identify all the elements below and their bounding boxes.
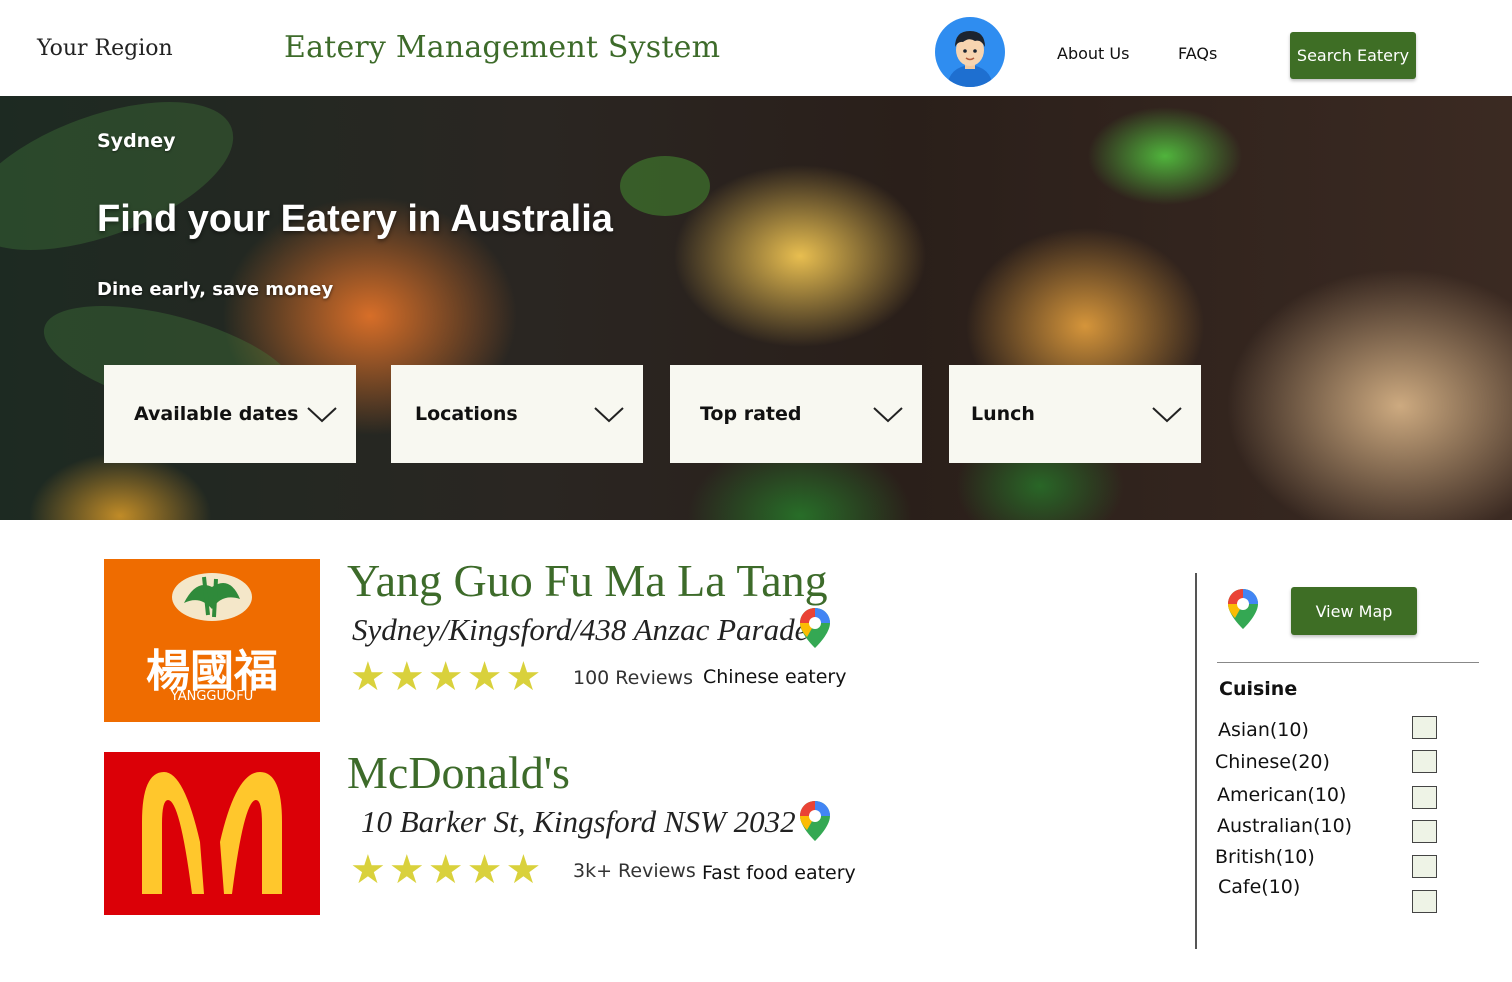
cuisine-option-label: Cafe(10) bbox=[1218, 876, 1301, 898]
restaurant-name[interactable]: Yang Guo Fu Ma La Tang bbox=[347, 554, 828, 607]
star-icon: ★ bbox=[505, 654, 542, 700]
restaurant-name[interactable]: McDonald's bbox=[347, 746, 570, 799]
cuisine-option-label: Asian(10) bbox=[1218, 719, 1309, 741]
filter-locations[interactable]: Locations bbox=[391, 365, 643, 463]
filter-label: Lunch bbox=[971, 403, 1035, 425]
review-count[interactable]: 100 Reviews bbox=[573, 667, 693, 689]
chevron-down-icon bbox=[873, 407, 903, 423]
cuisine-chinese-checkbox[interactable] bbox=[1412, 750, 1437, 773]
view-map-button[interactable]: View Map bbox=[1291, 587, 1417, 635]
star-icon: ★ bbox=[388, 847, 425, 893]
yangguofu-logo-subtext: YANGGUOFU bbox=[170, 689, 254, 704]
filter-label: Top rated bbox=[700, 403, 802, 425]
nav-about-link[interactable]: About Us bbox=[1057, 44, 1129, 63]
cuisine-british-checkbox[interactable] bbox=[1412, 855, 1437, 878]
star-icon: ★ bbox=[466, 654, 503, 700]
star-rating: ★ ★ ★ ★ ★ bbox=[350, 850, 541, 890]
chevron-down-icon bbox=[1152, 407, 1182, 423]
cuisine-option-label: American(10) bbox=[1217, 784, 1347, 806]
star-icon: ★ bbox=[466, 847, 503, 893]
filter-top-rated[interactable]: Top rated bbox=[670, 365, 922, 463]
yangguofu-logo[interactable]: 楊國福 YANGGUOFU bbox=[104, 559, 320, 722]
map-pin-icon[interactable] bbox=[798, 799, 832, 843]
filter-label: Locations bbox=[415, 403, 518, 425]
cuisine-american-checkbox[interactable] bbox=[1412, 786, 1437, 809]
map-pin-icon bbox=[1228, 589, 1258, 629]
region-selector[interactable]: Your Region bbox=[37, 36, 173, 61]
city-label: Sydney bbox=[97, 130, 176, 152]
map-pin-icon[interactable] bbox=[798, 606, 832, 650]
review-count[interactable]: 3k+ Reviews bbox=[573, 860, 696, 882]
chevron-down-icon bbox=[594, 407, 624, 423]
cuisine-option-label: British(10) bbox=[1215, 846, 1315, 868]
user-avatar-icon[interactable] bbox=[935, 17, 1005, 87]
filter-meal[interactable]: Lunch bbox=[949, 365, 1201, 463]
cuisine-option-label: Chinese(20) bbox=[1215, 751, 1330, 773]
star-icon: ★ bbox=[505, 847, 542, 893]
filter-label: Available dates bbox=[134, 403, 299, 425]
cuisine-heading: Cuisine bbox=[1219, 678, 1298, 700]
star-icon: ★ bbox=[350, 654, 386, 700]
star-icon: ★ bbox=[427, 654, 464, 700]
cuisine-australian-checkbox[interactable] bbox=[1412, 820, 1437, 843]
eatery-type: Fast food eatery bbox=[702, 862, 856, 884]
hero-subtitle: Dine early, save money bbox=[97, 279, 334, 300]
eatery-type: Chinese eatery bbox=[703, 666, 847, 688]
cuisine-asian-checkbox[interactable] bbox=[1412, 716, 1437, 739]
sidebar-divider bbox=[1195, 573, 1197, 949]
hero-title: Find your Eatery in Australia bbox=[97, 198, 613, 240]
golden-arches-icon bbox=[142, 772, 282, 894]
filter-available-dates[interactable]: Available dates bbox=[104, 365, 356, 463]
cuisine-cafe-checkbox[interactable] bbox=[1412, 890, 1437, 913]
star-rating: ★ ★ ★ ★ ★ bbox=[350, 657, 541, 697]
nav-faqs-link[interactable]: FAQs bbox=[1178, 44, 1217, 63]
cuisine-option-label: Australian(10) bbox=[1217, 815, 1353, 837]
search-eatery-button[interactable]: Search Eatery bbox=[1290, 32, 1416, 79]
sidebar-separator bbox=[1217, 662, 1479, 663]
app-title: Eatery Management System bbox=[284, 30, 721, 65]
star-icon: ★ bbox=[427, 847, 464, 893]
chevron-down-icon bbox=[307, 407, 337, 423]
restaurant-address: Sydney/Kingsford/438 Anzac Parade bbox=[352, 612, 809, 647]
mcdonalds-logo[interactable] bbox=[104, 752, 320, 915]
star-icon: ★ bbox=[350, 847, 386, 893]
restaurant-address: 10 Barker St, Kingsford NSW 2032 bbox=[361, 804, 796, 839]
star-icon: ★ bbox=[388, 654, 425, 700]
